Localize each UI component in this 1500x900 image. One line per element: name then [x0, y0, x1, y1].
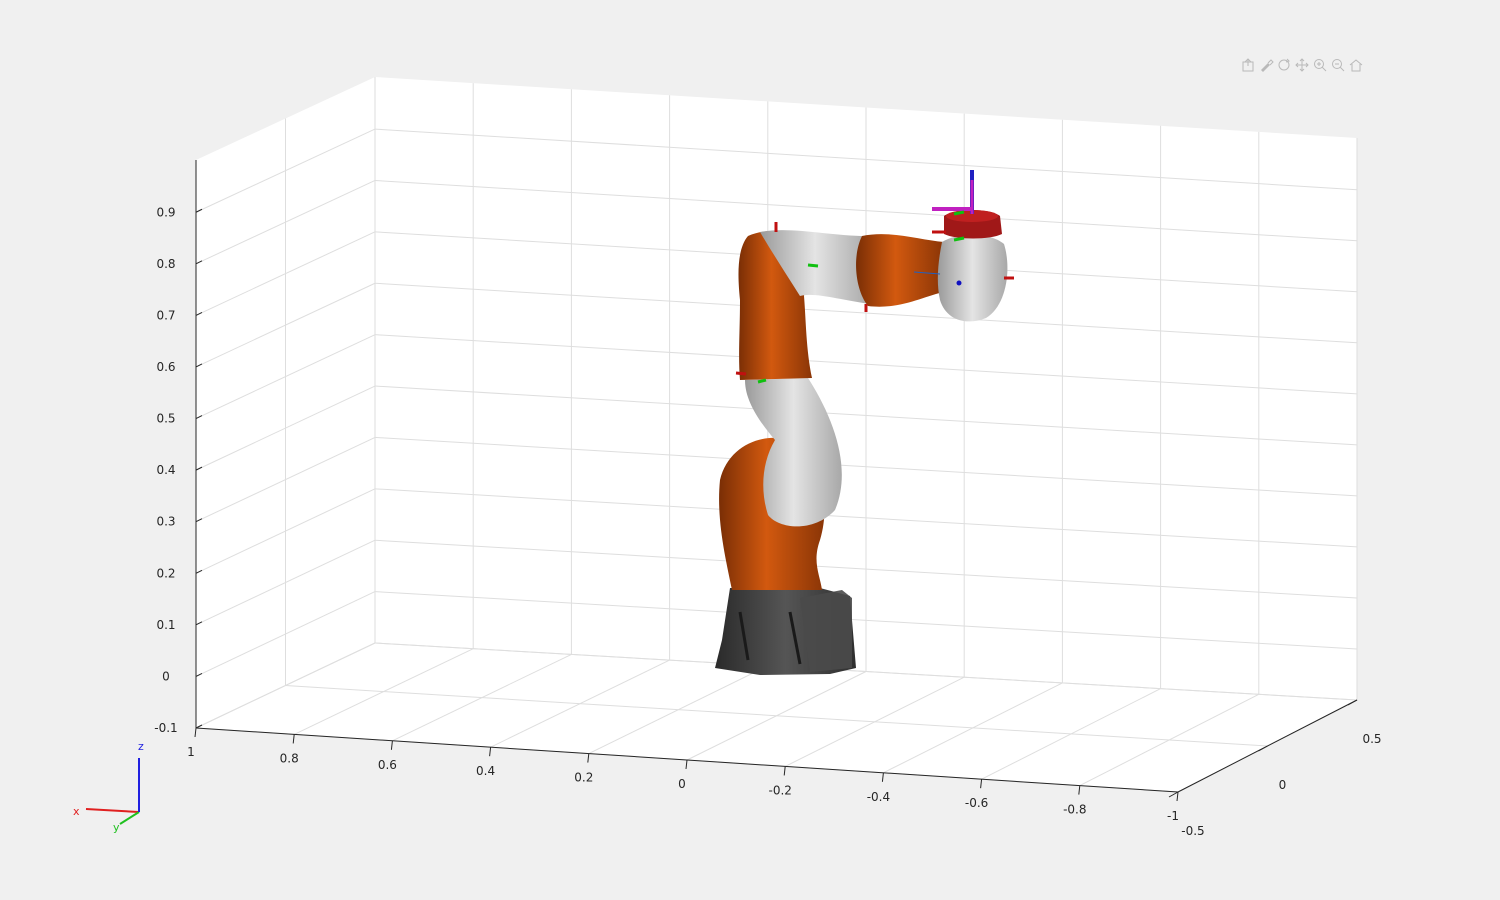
x-tick-label: -1: [1167, 809, 1179, 823]
export-icon: [1242, 58, 1254, 72]
rotate-button[interactable]: [1276, 57, 1292, 73]
triad-y-label: y: [113, 821, 120, 834]
x-tick-label: -0.6: [965, 796, 988, 810]
y-tick-label: 0: [1279, 778, 1287, 792]
z-tick-label: 0.2: [156, 566, 175, 580]
axes-toolbar: [1240, 57, 1364, 75]
z-tick-label: 0.8: [156, 257, 175, 271]
x-tick-mark: [390, 740, 393, 750]
triad-z-label: z: [138, 740, 144, 753]
x-tick-mark: [881, 772, 884, 782]
z-tick-label: 0.1: [156, 618, 175, 632]
z-tick-label: 0.9: [156, 205, 175, 219]
z-tick-label: 0: [162, 669, 170, 683]
z-tick-label: 0.7: [156, 308, 175, 322]
plot-scene[interactable]: 1 0.8 0.6 0.4 0.2 0 -0.2 -0.4 -0.6 -0.8 -1 0.5 0 -0.…: [0, 0, 1500, 900]
figure-window: 1 0.8 0.6 0.4 0.2 0 -0.2 -0.4 -0.6 -0.8 -1 0.5 0 -0.…: [0, 0, 1500, 900]
x-tick-label: 0.4: [476, 764, 495, 778]
zoom-in-icon: [1314, 59, 1327, 72]
z-tick-label: 0.6: [156, 360, 175, 374]
brush-icon: [1261, 59, 1274, 72]
triad-y-axis: [119, 811, 140, 825]
orientation-triad: x y z: [73, 740, 144, 834]
rotate-icon: [1278, 58, 1290, 71]
x-tick-label: 1: [187, 745, 195, 759]
x-tick-mark: [1078, 785, 1081, 795]
export-button[interactable]: [1240, 57, 1256, 73]
x-tick-label: 0.8: [280, 751, 299, 765]
x-tick-label: -0.4: [867, 790, 890, 804]
x-tick-mark: [489, 747, 492, 757]
y-tick-mark: [1168, 791, 1179, 798]
x-tick-label: 0.6: [378, 758, 397, 772]
zoom-in-button[interactable]: [1312, 57, 1328, 73]
x-tick-mark: [980, 779, 983, 789]
x-tick-mark: [783, 766, 786, 776]
triad-x-label: x: [73, 805, 80, 818]
x-tick-mark: [1176, 791, 1179, 802]
z-tick-labels: 0.9 0.8 0.7 0.6 0.5 0.4 0.3 0.2 0.1 0 -0.1: [154, 205, 177, 735]
x-tick-label: 0.2: [574, 771, 593, 785]
zoom-out-button[interactable]: [1330, 57, 1346, 73]
y-tick-label: -0.5: [1181, 824, 1204, 838]
y-tick-label: 0.5: [1362, 732, 1381, 746]
x-tick-label: -0.8: [1063, 803, 1086, 817]
x-tick-mark: [685, 759, 688, 770]
z-tick-label: 0.4: [156, 463, 175, 477]
z-tick-label: 0.3: [156, 515, 175, 529]
x-tick-mark: [292, 734, 295, 744]
z-tick-label: 0.5: [156, 412, 175, 426]
triad-x-axis: [85, 808, 140, 813]
brush-button[interactable]: [1258, 57, 1274, 73]
x-tick-label: 0: [678, 777, 686, 791]
pan-icon: [1295, 58, 1309, 72]
zoom-out-icon: [1332, 59, 1345, 72]
home-icon: [1349, 59, 1363, 72]
pan-button[interactable]: [1294, 57, 1310, 73]
x-tick-mark: [194, 727, 197, 738]
x-tick-label: -0.2: [768, 783, 791, 797]
z-tick-label: -0.1: [154, 721, 177, 735]
home-button[interactable]: [1348, 57, 1364, 73]
robot-base: [715, 588, 856, 675]
x-tick-mark: [587, 753, 590, 763]
